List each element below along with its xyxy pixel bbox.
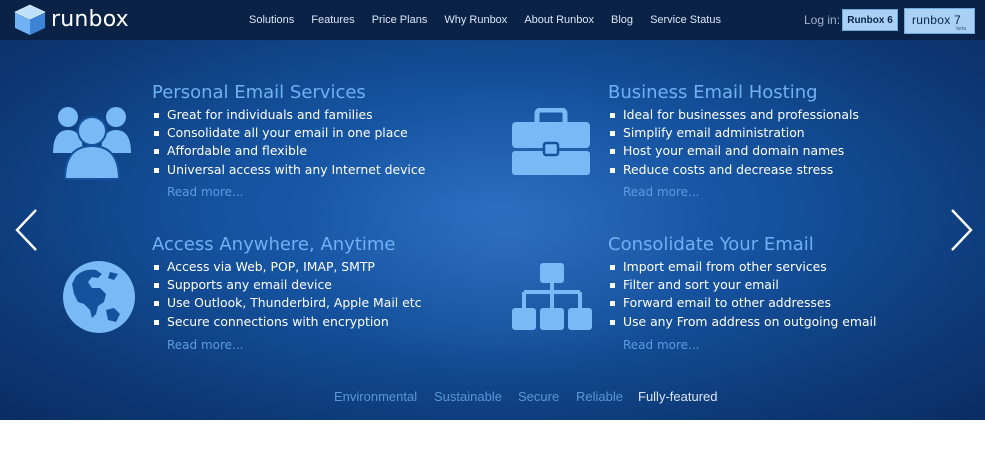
list-item: Use any From address on outgoing email [608,313,876,331]
briefcase-icon [512,108,590,175]
read-more-access-link[interactable]: Read more... [167,338,244,352]
users-group-icon [53,107,131,180]
feature-list-business: Ideal for businesses and professionals S… [608,106,859,179]
feature-title-access: Access Anywhere, Anytime [152,234,396,255]
nav-price-plans[interactable]: Price Plans [372,14,428,26]
read-more-personal-link[interactable]: Read more... [167,185,244,199]
list-item: Simplify email administration [608,124,859,142]
chevron-right-icon[interactable] [948,208,974,252]
tagline-tabs: Environmental Sustainable Secure Reliabl… [0,389,985,407]
list-item: Secure connections with encryption [152,313,421,331]
list-item: Consolidate all your email in one place [152,124,425,142]
list-item: Use Outlook, Thunderbird, Apple Mail etc [152,294,421,312]
list-item: Host your email and domain names [608,142,859,160]
list-item: Universal access with any Internet devic… [152,161,425,179]
tag-fully-featured[interactable]: Fully-featured [638,389,717,404]
beta-badge: beta [956,26,966,32]
runbox7-login-button[interactable]: runbox 7 beta [904,8,975,34]
tag-reliable[interactable]: Reliable [576,389,623,404]
tag-sustainable[interactable]: Sustainable [434,389,502,404]
nav-blog[interactable]: Blog [611,14,633,26]
feature-title-personal: Personal Email Services [152,82,366,103]
feature-title-business: Business Email Hosting [608,82,818,103]
feature-list-access: Access via Web, POP, IMAP, SMTP Supports… [152,258,421,331]
list-item: Affordable and flexible [152,142,425,160]
main-nav: Solutions Features Price Plans Why Runbo… [249,0,738,40]
page-body-area [0,420,985,453]
login-label: Log in: [804,13,841,27]
brand-name: runbox [51,7,129,32]
feature-list-personal: Great for individuals and families Conso… [152,106,425,179]
list-item: Forward email to other addresses [608,294,876,312]
list-item: Filter and sort your email [608,276,876,294]
tag-secure[interactable]: Secure [518,389,559,404]
read-more-business-link[interactable]: Read more... [623,185,700,199]
list-item: Import email from other services [608,258,876,276]
feature-title-consolidate: Consolidate Your Email [608,234,814,255]
top-navigation-bar: runbox Solutions Features Price Plans Wh… [0,0,985,40]
nav-features[interactable]: Features [311,14,354,26]
hero-carousel: Personal Email Services Great for indivi… [0,40,985,420]
list-item: Access via Web, POP, IMAP, SMTP [152,258,421,276]
list-item: Supports any email device [152,276,421,294]
runbox-logo[interactable]: runbox [13,4,129,36]
feature-list-consolidate: Import email from other services Filter … [608,258,876,331]
nav-solutions[interactable]: Solutions [249,14,294,26]
nav-why-runbox[interactable]: Why Runbox [444,14,507,26]
runbox7-label: runbox 7 [912,13,962,27]
nav-service-status[interactable]: Service Status [650,14,721,26]
cube-logo-icon [14,4,46,35]
tag-environmental[interactable]: Environmental [334,389,417,404]
list-item: Great for individuals and families [152,106,425,124]
sitemap-icon [512,263,592,330]
globe-icon [63,261,135,333]
list-item: Ideal for businesses and professionals [608,106,859,124]
chevron-left-icon[interactable] [14,208,40,252]
list-item: Reduce costs and decrease stress [608,161,859,179]
nav-about-runbox[interactable]: About Runbox [524,14,594,26]
runbox6-login-button[interactable]: Runbox 6 [842,9,898,31]
read-more-consolidate-link[interactable]: Read more... [623,338,700,352]
